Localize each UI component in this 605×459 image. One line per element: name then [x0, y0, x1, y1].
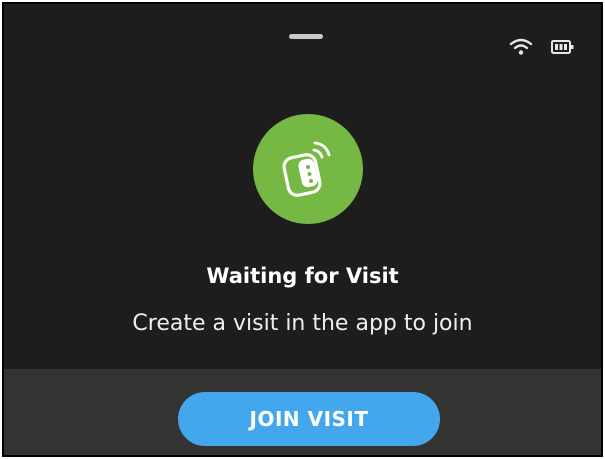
- status-title: Waiting for Visit: [206, 264, 399, 288]
- status-subtitle: Create a visit in the app to join: [132, 311, 473, 336]
- status-bar: [509, 38, 575, 56]
- app-window: Waiting for Visit Create a visit in the …: [2, 2, 603, 457]
- watch-status-badge: [253, 114, 363, 224]
- join-visit-button[interactable]: JOIN VISIT: [178, 392, 440, 446]
- battery-icon: [551, 39, 575, 55]
- wifi-icon: [509, 38, 533, 56]
- footer-bar: JOIN VISIT: [4, 369, 601, 455]
- watch-signal-icon: [276, 132, 340, 206]
- drag-handle[interactable]: [289, 34, 323, 39]
- main-panel: Waiting for Visit Create a visit in the …: [4, 4, 601, 369]
